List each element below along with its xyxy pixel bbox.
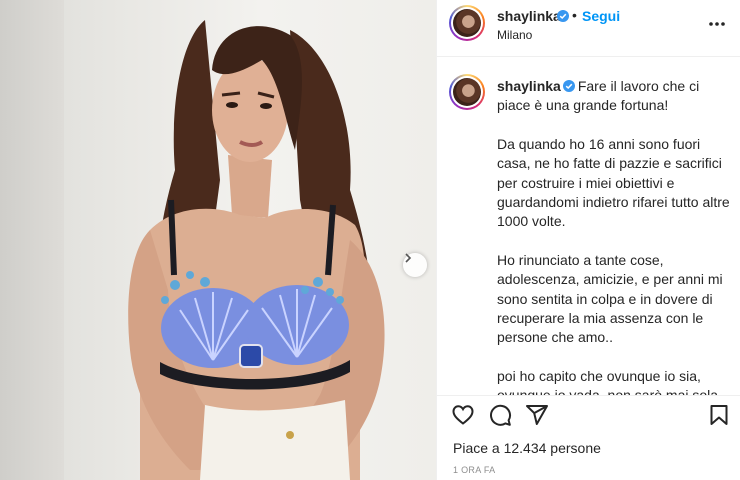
author-username[interactable]: shaylinka xyxy=(497,8,561,24)
caption-paragraph-2: Da quando ho 16 anni sono fuori casa, ne… xyxy=(497,135,730,230)
comment-bubble-icon[interactable] xyxy=(488,403,512,427)
separator-dot: • xyxy=(572,7,577,23)
bookmark-icon[interactable] xyxy=(707,403,731,427)
verified-badge-icon xyxy=(562,80,575,92)
heart-outline-icon[interactable] xyxy=(451,403,475,427)
follow-button[interactable]: Segui xyxy=(582,8,620,24)
caption-avatar[interactable] xyxy=(449,74,485,110)
paper-plane-icon[interactable] xyxy=(525,403,549,427)
chevron-right-icon xyxy=(405,253,412,263)
caption-text: shaylinka Fare il lavoro che ci piace è u… xyxy=(497,77,733,395)
action-bar xyxy=(437,395,740,435)
likes-count[interactable]: Piace a 12.434 persone xyxy=(453,440,601,456)
verified-badge-icon xyxy=(557,10,569,22)
caption-username[interactable]: shaylinka xyxy=(497,78,561,94)
more-dots-icon[interactable] xyxy=(707,14,727,34)
caption-paragraph-3: Ho rinunciato a tante cose, adolescenza,… xyxy=(497,251,723,346)
post-photo[interactable] xyxy=(0,0,436,480)
caption-paragraph-4: poi ho capito che ovunque io sia, ovunqu… xyxy=(497,367,733,395)
caption-paragraph-4-text: poi ho capito che ovunque io sia, ovunqu… xyxy=(497,367,718,395)
post-location[interactable]: Milano xyxy=(497,28,532,42)
next-photo-button[interactable] xyxy=(403,253,427,277)
post-timestamp[interactable]: 1 ORA FA xyxy=(453,465,495,475)
post-header: shaylinka • Segui Milano xyxy=(437,0,740,57)
post-side-panel: shaylinka • Segui Milano shaylinka Fare i… xyxy=(436,0,740,480)
photo-illustration xyxy=(128,20,385,480)
author-avatar[interactable] xyxy=(449,5,485,41)
caption-section: shaylinka Fare il lavoro che ci piace è u… xyxy=(437,57,740,395)
